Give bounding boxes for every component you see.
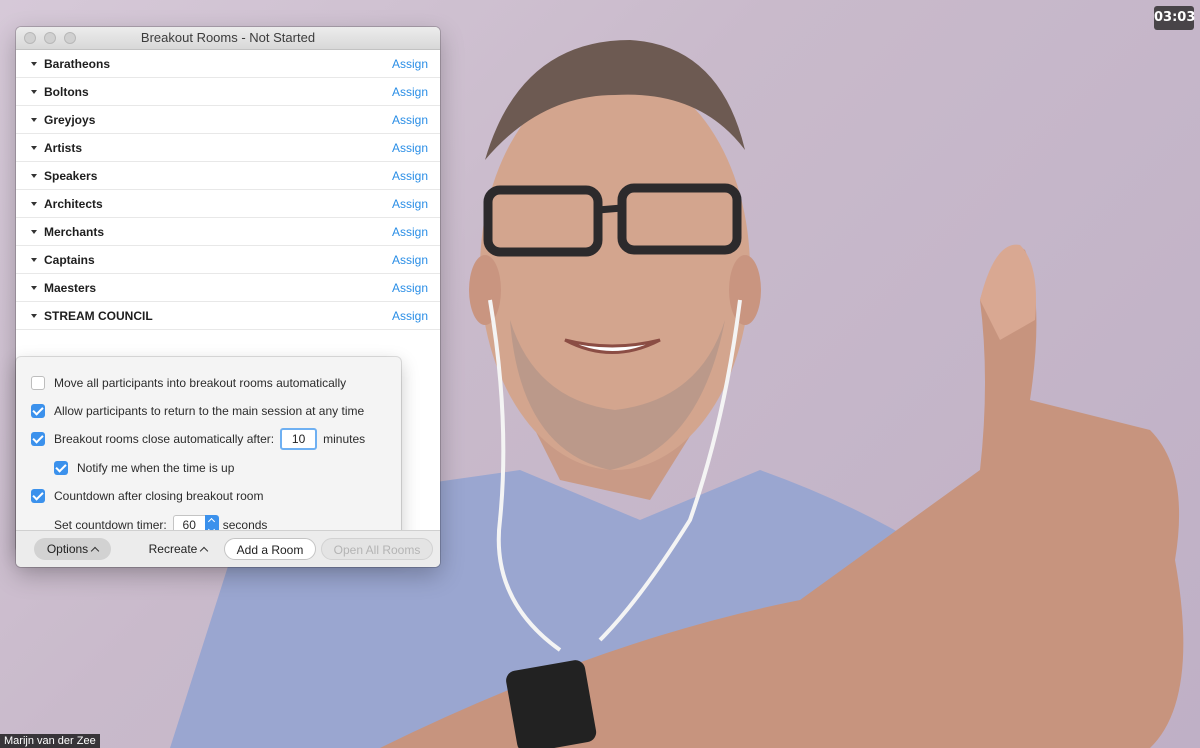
assign-link[interactable]: Assign bbox=[392, 225, 428, 239]
disclosure-triangle-icon[interactable] bbox=[31, 285, 37, 290]
assign-link[interactable]: Assign bbox=[392, 85, 428, 99]
option-auto-close[interactable]: Breakout rooms close automatically after… bbox=[31, 428, 365, 450]
room-name: Baratheons bbox=[44, 56, 111, 71]
assign-link[interactable]: Assign bbox=[392, 57, 428, 71]
disclosure-triangle-icon[interactable] bbox=[31, 229, 37, 234]
disclosure-triangle-icon[interactable] bbox=[31, 117, 37, 122]
window-titlebar[interactable]: Breakout Rooms - Not Started bbox=[16, 27, 440, 50]
assign-link[interactable]: Assign bbox=[392, 281, 428, 295]
disclosure-triangle-icon[interactable] bbox=[31, 313, 37, 318]
chevron-up-icon bbox=[90, 546, 100, 556]
option-move-auto[interactable]: Move all participants into breakout room… bbox=[31, 376, 346, 390]
participant-name-tag: Marijn van der Zee bbox=[0, 734, 100, 748]
room-row[interactable]: Merchants Assign bbox=[16, 218, 440, 246]
countdown-label: Countdown after closing breakout room bbox=[54, 489, 264, 503]
recreate-button[interactable]: Recreate bbox=[140, 538, 216, 560]
room-row[interactable]: Maesters Assign bbox=[16, 274, 440, 302]
assign-link[interactable]: Assign bbox=[392, 141, 428, 155]
disclosure-triangle-icon[interactable] bbox=[31, 257, 37, 262]
notify-checkbox[interactable] bbox=[54, 461, 68, 475]
room-name: Architects bbox=[44, 196, 103, 211]
room-row[interactable]: Speakers Assign bbox=[16, 162, 440, 190]
zoom-window-button[interactable] bbox=[64, 32, 76, 44]
room-row[interactable]: Greyjoys Assign bbox=[16, 106, 440, 134]
auto-close-label: Breakout rooms close automatically after… bbox=[54, 432, 275, 446]
options-button[interactable]: Options bbox=[34, 538, 111, 560]
assign-link[interactable]: Assign bbox=[392, 253, 428, 267]
assign-link[interactable]: Assign bbox=[392, 113, 428, 127]
room-name: STREAM COUNCIL bbox=[44, 308, 153, 323]
move-auto-checkbox[interactable] bbox=[31, 376, 45, 390]
options-button-label: Options bbox=[46, 542, 89, 556]
countdown-checkbox[interactable] bbox=[31, 489, 45, 503]
room-row[interactable]: Captains Assign bbox=[16, 246, 440, 274]
recreate-button-label: Recreate bbox=[148, 542, 198, 556]
room-name: Artists bbox=[44, 140, 83, 155]
assign-link[interactable]: Assign bbox=[392, 309, 428, 323]
room-row[interactable]: Artists Assign bbox=[16, 134, 440, 162]
room-list: Baratheons Assign Boltons Assign Greyjoy… bbox=[16, 50, 440, 330]
window-title: Breakout Rooms - Not Started bbox=[140, 30, 316, 45]
auto-close-unit: minutes bbox=[323, 432, 366, 446]
room-row[interactable]: Baratheons Assign bbox=[16, 50, 440, 78]
room-row[interactable]: Architects Assign bbox=[16, 190, 440, 218]
close-window-button[interactable] bbox=[24, 32, 36, 44]
chevron-up-icon bbox=[200, 546, 209, 556]
disclosure-triangle-icon[interactable] bbox=[31, 173, 37, 178]
assign-link[interactable]: Assign bbox=[392, 197, 428, 211]
open-all-rooms-button[interactable]: Open All Rooms bbox=[321, 538, 433, 560]
allow-return-label: Allow participants to return to the main… bbox=[54, 404, 365, 418]
option-notify[interactable]: Notify me when the time is up bbox=[54, 461, 234, 475]
disclosure-triangle-icon[interactable] bbox=[31, 201, 37, 206]
option-allow-return[interactable]: Allow participants to return to the main… bbox=[31, 404, 364, 418]
allow-return-checkbox[interactable] bbox=[31, 404, 45, 418]
minimize-window-button[interactable] bbox=[44, 32, 56, 44]
assign-link[interactable]: Assign bbox=[392, 169, 428, 183]
room-name: Speakers bbox=[44, 168, 98, 183]
add-room-button[interactable]: Add a Room bbox=[224, 538, 316, 560]
room-name: Maesters bbox=[44, 280, 97, 295]
meeting-timer: 03:03 bbox=[1154, 6, 1195, 30]
move-auto-label: Move all participants into breakout room… bbox=[54, 376, 347, 390]
breakout-rooms-window: Breakout Rooms - Not Started Baratheons … bbox=[16, 27, 440, 567]
options-popover: Move all participants into breakout room… bbox=[16, 357, 401, 560]
window-footer: Options Recreate Add a Room Open All Roo… bbox=[16, 530, 440, 567]
disclosure-triangle-icon[interactable] bbox=[31, 145, 37, 150]
disclosure-triangle-icon[interactable] bbox=[31, 61, 37, 66]
room-name: Captains bbox=[44, 252, 95, 267]
room-row[interactable]: STREAM COUNCIL Assign bbox=[16, 302, 440, 330]
room-row[interactable]: Boltons Assign bbox=[16, 78, 440, 106]
room-name: Boltons bbox=[44, 84, 89, 99]
room-name: Greyjoys bbox=[44, 112, 96, 127]
room-name: Merchants bbox=[44, 224, 105, 239]
auto-close-checkbox[interactable] bbox=[31, 432, 45, 446]
disclosure-triangle-icon[interactable] bbox=[31, 89, 37, 94]
window-controls bbox=[24, 32, 76, 44]
notify-label: Notify me when the time is up bbox=[77, 461, 235, 475]
option-countdown[interactable]: Countdown after closing breakout room bbox=[31, 489, 263, 503]
auto-close-minutes-input[interactable]: 10 bbox=[280, 428, 318, 450]
